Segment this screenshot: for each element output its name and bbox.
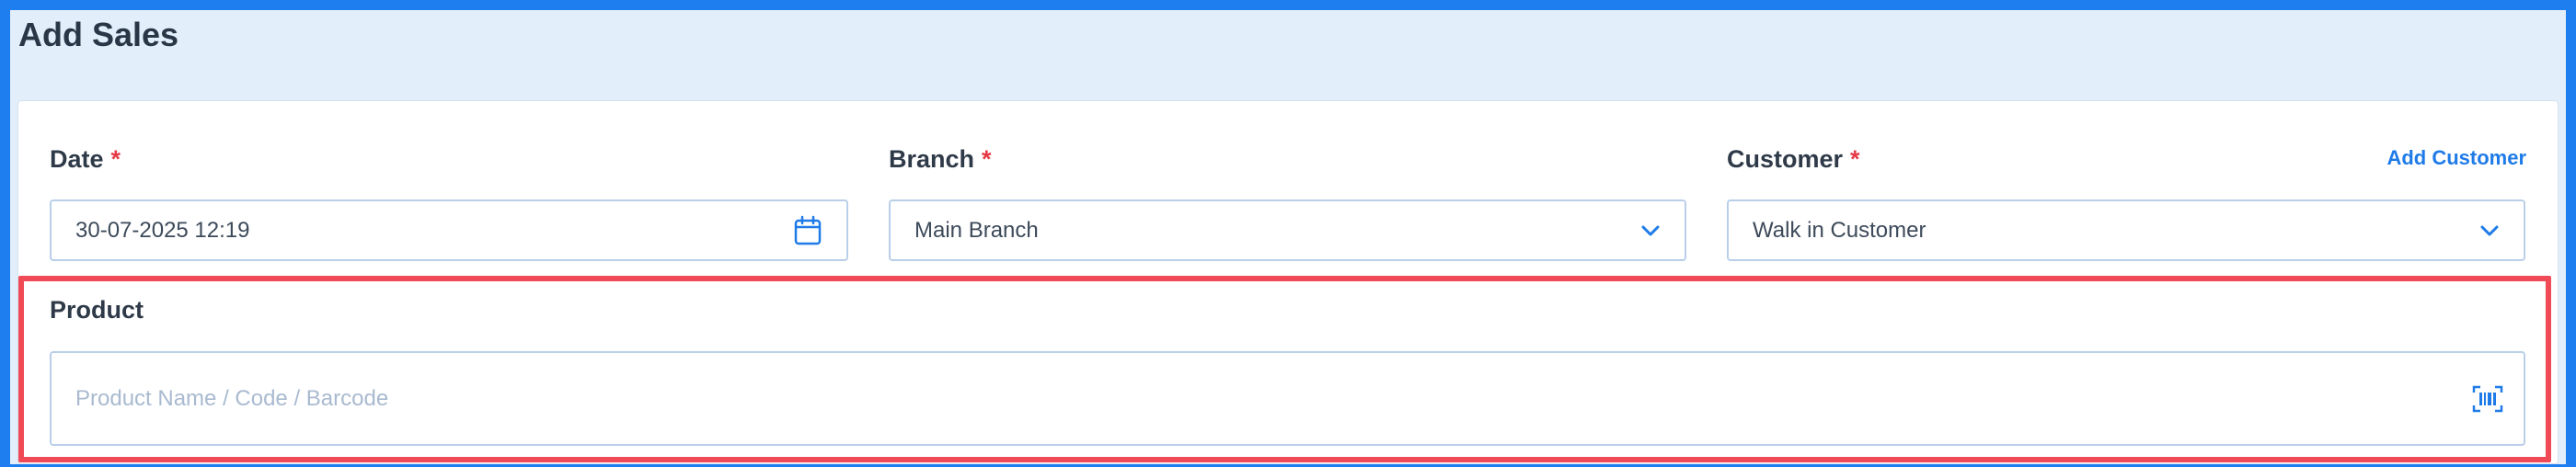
product-search-input[interactable] [75, 370, 2449, 427]
date-label: Date * [50, 145, 121, 174]
date-label-text: Date [50, 145, 104, 173]
calendar-icon[interactable] [793, 215, 822, 246]
branch-label: Branch * [889, 145, 992, 174]
branch-select[interactable]: Main Branch [889, 199, 1686, 261]
customer-select[interactable]: Walk in Customer [1727, 199, 2525, 261]
customer-value: Walk in Customer [1753, 217, 1926, 243]
product-search-field[interactable] [50, 351, 2525, 446]
date-value: 30-07-2025 12:19 [75, 217, 250, 243]
app-frame: Add Sales Date * 30-07-2025 12:19 Branch *… [10, 10, 2566, 464]
branch-required-mark: * [982, 145, 992, 173]
barcode-scan-icon[interactable] [2472, 384, 2503, 414]
customer-label: Customer * [1727, 145, 1860, 174]
branch-label-text: Branch [889, 145, 975, 173]
sales-form-card: Date * 30-07-2025 12:19 Branch * Main Bran… [17, 100, 2559, 464]
chevron-down-icon [1640, 224, 1661, 237]
product-label: Product [50, 296, 144, 324]
customer-required-mark: * [1850, 145, 1860, 173]
date-required-mark: * [110, 145, 121, 173]
date-field[interactable]: 30-07-2025 12:19 [50, 199, 848, 261]
branch-value: Main Branch [914, 217, 1039, 243]
chevron-down-icon [2479, 224, 2500, 237]
customer-label-text: Customer [1727, 145, 1844, 173]
add-customer-link[interactable]: Add Customer [2386, 146, 2526, 170]
page-title: Add Sales [18, 16, 179, 53]
